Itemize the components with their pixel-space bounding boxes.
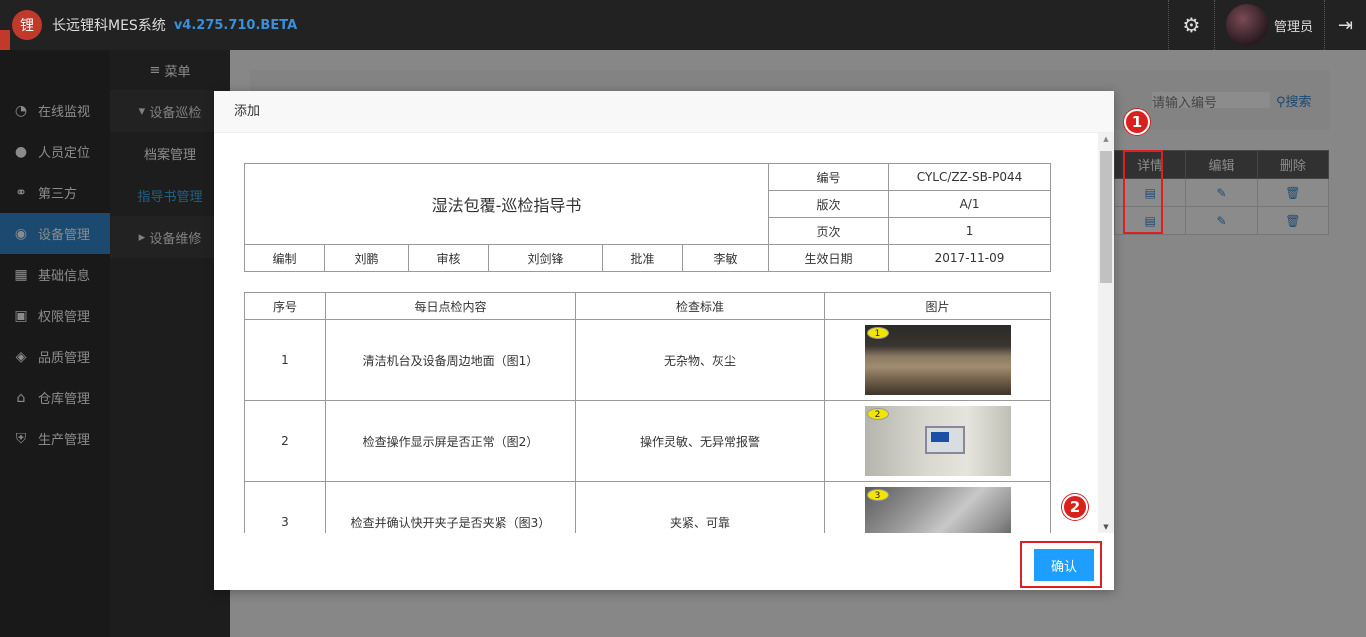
- col-header-image: 图片: [824, 292, 1051, 320]
- step-badge-1: 1: [1124, 109, 1150, 135]
- company-logo: 锂: [12, 10, 42, 40]
- effective-date-label: 生效日期: [768, 244, 890, 272]
- code-label: 编号: [768, 163, 890, 191]
- col-header-standard: 检查标准: [575, 292, 825, 320]
- item-standard: 无杂物、灰尘: [575, 319, 825, 401]
- table-row: 3 检查并确认快开夹子是否夹紧（图3） 夹紧、可靠 3: [244, 481, 1051, 533]
- item-standard: 操作灵敏、无异常报警: [575, 400, 825, 482]
- effective-date-value: 2017-11-09: [888, 244, 1052, 272]
- inspection-items-table: 序号 每日点检内容 检查标准 图片 1 清洁机台及设备周边地面（图1） 无杂物、…: [244, 292, 1051, 533]
- table-row: 2 检查操作显示屏是否正常（图2） 操作灵敏、无异常报警 2: [244, 400, 1051, 482]
- item-standard: 夹紧、可靠: [575, 481, 825, 533]
- code-value: CYLC/ZZ-SB-P044: [888, 163, 1052, 191]
- item-image: 2: [864, 406, 1011, 476]
- version-value: A/1: [888, 190, 1052, 218]
- confirm-highlight: [1020, 541, 1102, 588]
- add-dialog: 添加 湿法包覆-巡检指导书 编号 CYLC/ZZ-SB-P044 版次 A/1 …: [214, 91, 1114, 590]
- doc-title: 湿法包覆-巡检指导书: [243, 163, 770, 245]
- reviewer-value: 刘剑锋: [488, 244, 603, 272]
- table-row: 1 清洁机台及设备周边地面（图1） 无杂物、灰尘 1: [244, 319, 1051, 401]
- logout-icon[interactable]: ⇥: [1324, 0, 1366, 50]
- col-header-content: 每日点检内容: [325, 292, 576, 320]
- approve-label: 批准: [602, 244, 683, 272]
- avatar: [1225, 4, 1268, 46]
- user-menu[interactable]: 管理员: [1214, 0, 1324, 50]
- dialog-title: 添加: [214, 91, 1114, 133]
- page-value: 1: [888, 217, 1052, 245]
- scroll-up-arrow-icon[interactable]: ▲: [1098, 135, 1114, 143]
- item-image: 3: [864, 487, 1011, 533]
- page-label: 页次: [768, 217, 890, 245]
- scroll-down-arrow-icon[interactable]: ▼: [1098, 523, 1114, 531]
- dialog-scrollbar[interactable]: ▲ ▼: [1098, 133, 1114, 533]
- doc-header-table: 湿法包覆-巡检指导书 编号 CYLC/ZZ-SB-P044 版次 A/1 页次 …: [243, 163, 1052, 272]
- item-content: 清洁机台及设备周边地面（图1）: [325, 319, 576, 401]
- author-value: 刘鹏: [324, 244, 409, 272]
- image-label: 3: [866, 489, 889, 501]
- item-image-cell: 2: [824, 400, 1051, 482]
- item-image-cell: 1: [824, 319, 1051, 401]
- item-no: 2: [244, 400, 326, 482]
- item-content: 检查并确认快开夹子是否夹紧（图3）: [325, 481, 576, 533]
- step-badge-2: 2: [1062, 494, 1088, 520]
- app-title: 长远锂科MES系统: [52, 18, 166, 34]
- version-label: 版次: [768, 190, 890, 218]
- dialog-body: 湿法包覆-巡检指导书 编号 CYLC/ZZ-SB-P044 版次 A/1 页次 …: [214, 133, 1114, 533]
- image-label: 2: [866, 408, 889, 420]
- item-image-cell: 3: [824, 481, 1051, 533]
- col-header-no: 序号: [244, 292, 326, 320]
- top-bar: 锂 长远锂科MES系统 v4.275.710.BETA ⚙ 管理员 ⇥: [0, 0, 1366, 54]
- app-version: v4.275.710.BETA: [173, 17, 298, 33]
- image-label: 1: [866, 327, 889, 339]
- item-content: 检查操作显示屏是否正常（图2）: [325, 400, 576, 482]
- item-no: 1: [244, 319, 326, 401]
- user-name: 管理员: [1273, 19, 1313, 35]
- item-no: 3: [244, 481, 326, 533]
- control-panel-picture: [924, 426, 965, 454]
- dialog-footer: 确认: [214, 533, 1114, 590]
- author-label: 编制: [244, 244, 325, 272]
- item-image: 1: [864, 325, 1011, 395]
- detail-column-highlight: [1123, 150, 1163, 234]
- review-label: 审核: [408, 244, 489, 272]
- settings-gear-icon[interactable]: ⚙: [1168, 0, 1214, 50]
- approver-value: 李敏: [681, 244, 770, 272]
- scroll-thumb[interactable]: [1100, 151, 1112, 283]
